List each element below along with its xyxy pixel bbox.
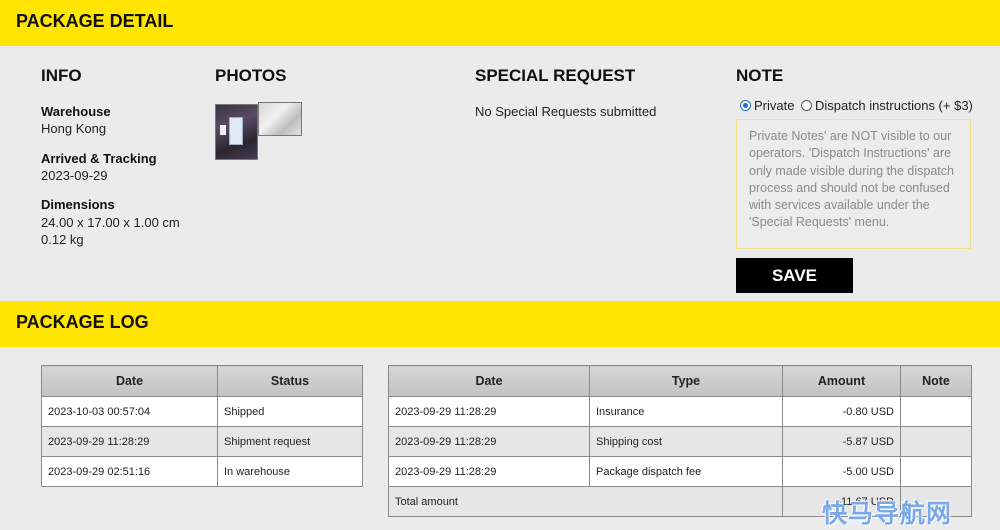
charge-type: Insurance	[589, 396, 783, 427]
save-button[interactable]: SAVE	[736, 258, 853, 293]
dimensions-value: 24.00 x 17.00 x 1.00 cm	[41, 215, 180, 230]
charge-type: Package dispatch fee	[589, 456, 783, 487]
table-row: 2023-10-03 00:57:04 Shipped	[41, 396, 363, 427]
table-row: 2023-09-29 02:51:16 In warehouse	[41, 456, 363, 487]
charge-date: 2023-09-29 11:28:29	[388, 456, 590, 487]
radio-private[interactable]	[740, 100, 751, 111]
charge-date: 2023-09-29 11:28:29	[388, 396, 590, 427]
note-title: NOTE	[736, 66, 784, 85]
package-photo-thumbnail[interactable]	[258, 102, 302, 136]
watermark-logo: 快马导航网	[822, 499, 953, 528]
status-log-table: Date Status 2023-10-03 00:57:04 Shipped …	[41, 365, 363, 487]
radio-dispatch[interactable]	[801, 100, 812, 111]
package-photo-thumbnail[interactable]	[215, 104, 258, 160]
column-header-type: Type	[589, 365, 783, 397]
info-title: INFO	[41, 66, 82, 85]
charge-date: 2023-09-29 11:28:29	[388, 426, 590, 457]
charge-note	[900, 396, 972, 427]
package-detail-heading: PACKAGE DETAIL	[16, 11, 174, 31]
package-detail-header: PACKAGE DETAIL	[0, 0, 1000, 46]
charge-note	[900, 456, 972, 487]
warehouse-label: Warehouse	[41, 104, 111, 119]
dimensions-label: Dimensions	[41, 197, 115, 212]
arrived-label: Arrived & Tracking	[41, 151, 157, 166]
label-sticker-icon	[220, 125, 226, 135]
warehouse-value: Hong Kong	[41, 121, 107, 136]
package-log-header: PACKAGE LOG	[0, 301, 1000, 347]
status-value: Shipment request	[217, 426, 363, 457]
radio-dispatch-label: Dispatch instructions (+ $3)	[815, 98, 973, 113]
table-row: 2023-09-29 11:28:29 Insurance -0.80 USD	[388, 396, 972, 427]
special-request-title: SPECIAL REQUEST	[475, 66, 636, 85]
charge-amount: -5.00 USD	[782, 456, 901, 487]
total-label: Total amount	[388, 486, 783, 517]
charge-type: Shipping cost	[589, 426, 783, 457]
note-textarea[interactable]: Private Notes' are NOT visible to our op…	[736, 119, 971, 249]
table-row: 2023-09-29 11:28:29 Shipment request	[41, 426, 363, 457]
column-header-date: Date	[388, 365, 590, 397]
note-private-option[interactable]: Private	[740, 98, 794, 113]
column-header-status: Status	[217, 365, 363, 397]
status-value: In warehouse	[217, 456, 363, 487]
table-row: 2023-09-29 11:28:29 Package dispatch fee…	[388, 456, 972, 487]
charge-amount: -0.80 USD	[782, 396, 901, 427]
column-header-date: Date	[41, 365, 218, 397]
radio-private-label: Private	[754, 98, 795, 113]
package-log-heading: PACKAGE LOG	[16, 312, 149, 332]
status-value: Shipped	[217, 396, 363, 427]
column-header-amount: Amount	[782, 365, 901, 397]
arrived-value: 2023-09-29	[41, 168, 108, 183]
charge-note	[900, 426, 972, 457]
table-row: 2023-09-29 11:28:29 Shipping cost -5.87 …	[388, 426, 972, 457]
status-date: 2023-09-29 02:51:16	[41, 456, 218, 487]
column-header-note: Note	[900, 365, 972, 397]
photos-title: PHOTOS	[215, 66, 287, 85]
status-date: 2023-10-03 00:57:04	[41, 396, 218, 427]
label-sticker-icon	[229, 117, 243, 145]
note-dispatch-option[interactable]: Dispatch instructions (+ $3)	[801, 98, 973, 113]
charge-amount: -5.87 USD	[782, 426, 901, 457]
weight-value: 0.12 kg	[41, 232, 84, 247]
special-request-text: No Special Requests submitted	[475, 104, 657, 119]
status-date: 2023-09-29 11:28:29	[41, 426, 218, 457]
